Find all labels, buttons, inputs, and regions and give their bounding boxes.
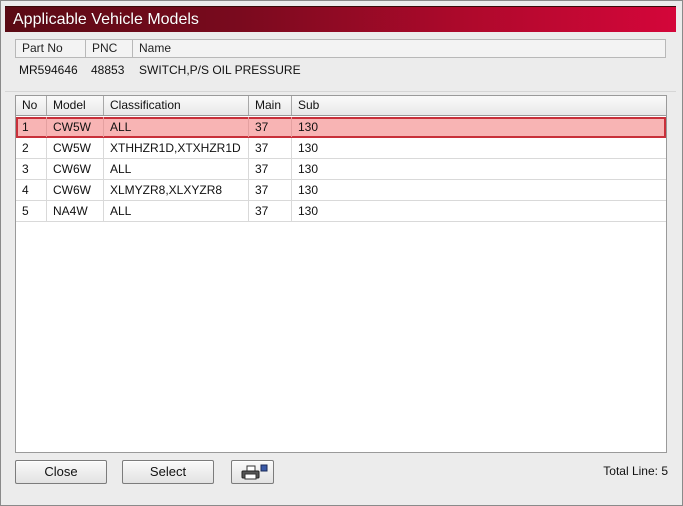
column-header-model[interactable]: Model <box>47 96 104 115</box>
cell-model: CW5W <box>47 138 104 158</box>
table-row[interactable]: 5 NA4W ALL 37 130 <box>16 201 666 222</box>
dialog-window: Applicable Vehicle Models Part No PNC Na… <box>0 0 683 506</box>
pnc-header: PNC <box>86 40 133 57</box>
column-header-sub[interactable]: Sub <box>292 96 666 115</box>
name-header: Name <box>139 41 172 55</box>
cell-no: 2 <box>16 138 47 158</box>
cell-no: 5 <box>16 201 47 221</box>
cell-no: 1 <box>16 117 47 137</box>
title-bar[interactable]: Applicable Vehicle Models <box>5 6 676 32</box>
part-no-value: MR594646 <box>19 63 78 77</box>
cell-main: 37 <box>249 117 292 137</box>
cell-sub: 130 <box>298 183 319 197</box>
table-row[interactable]: 2 CW5W XTHHZR1D,XTXHZR1D 37 130 <box>16 138 666 159</box>
table-row[interactable]: 4 CW6W XLMYZR8,XLXYZR8 37 130 <box>16 180 666 201</box>
cell-sub: 130 <box>298 141 319 155</box>
cell-classification: XLMYZR8,XLXYZR8 <box>104 180 249 200</box>
cell-classification: ALL <box>104 117 249 137</box>
cell-main: 37 <box>249 159 292 179</box>
part-info-panel: Part No PNC Name MR594646 48853 SWITCH,P… <box>15 39 666 91</box>
window-title: Applicable Vehicle Models <box>13 11 199 28</box>
cell-model: CW5W <box>47 117 104 137</box>
cell-main: 37 <box>249 201 292 221</box>
cell-sub: 130 <box>298 120 319 134</box>
divider <box>5 91 676 92</box>
part-no-header: Part No <box>16 40 86 57</box>
cell-sub: 130 <box>298 162 319 176</box>
cell-no: 3 <box>16 159 47 179</box>
cell-no: 4 <box>16 180 47 200</box>
cell-sub: 130 <box>298 204 319 218</box>
close-button[interactable]: Close <box>15 460 107 484</box>
total-line-count: Total Line: 5 <box>603 464 668 478</box>
table-row[interactable]: 1 CW5W ALL 37 130 <box>16 117 666 138</box>
print-button[interactable] <box>231 460 274 484</box>
cell-model: CW6W <box>47 180 104 200</box>
table-header: No Model Classification Main Sub <box>16 96 666 116</box>
column-header-classification[interactable]: Classification <box>104 96 249 115</box>
vehicle-models-table[interactable]: No Model Classification Main Sub 1 CW5W … <box>15 95 667 453</box>
column-header-main[interactable]: Main <box>249 96 292 115</box>
printer-icon <box>238 464 268 482</box>
cell-model: NA4W <box>47 201 104 221</box>
cell-model: CW6W <box>47 159 104 179</box>
part-info-header: Part No PNC Name <box>15 39 666 58</box>
cell-main: 37 <box>249 180 292 200</box>
select-button[interactable]: Select <box>122 460 214 484</box>
cell-main: 37 <box>249 138 292 158</box>
cell-classification: ALL <box>104 201 249 221</box>
part-name-value: SWITCH,P/S OIL PRESSURE <box>139 63 301 77</box>
column-header-no[interactable]: No <box>16 96 47 115</box>
cell-classification: XTHHZR1D,XTXHZR1D <box>104 138 249 158</box>
table-row[interactable]: 3 CW6W ALL 37 130 <box>16 159 666 180</box>
cell-classification: ALL <box>104 159 249 179</box>
pnc-value: 48853 <box>91 63 125 77</box>
